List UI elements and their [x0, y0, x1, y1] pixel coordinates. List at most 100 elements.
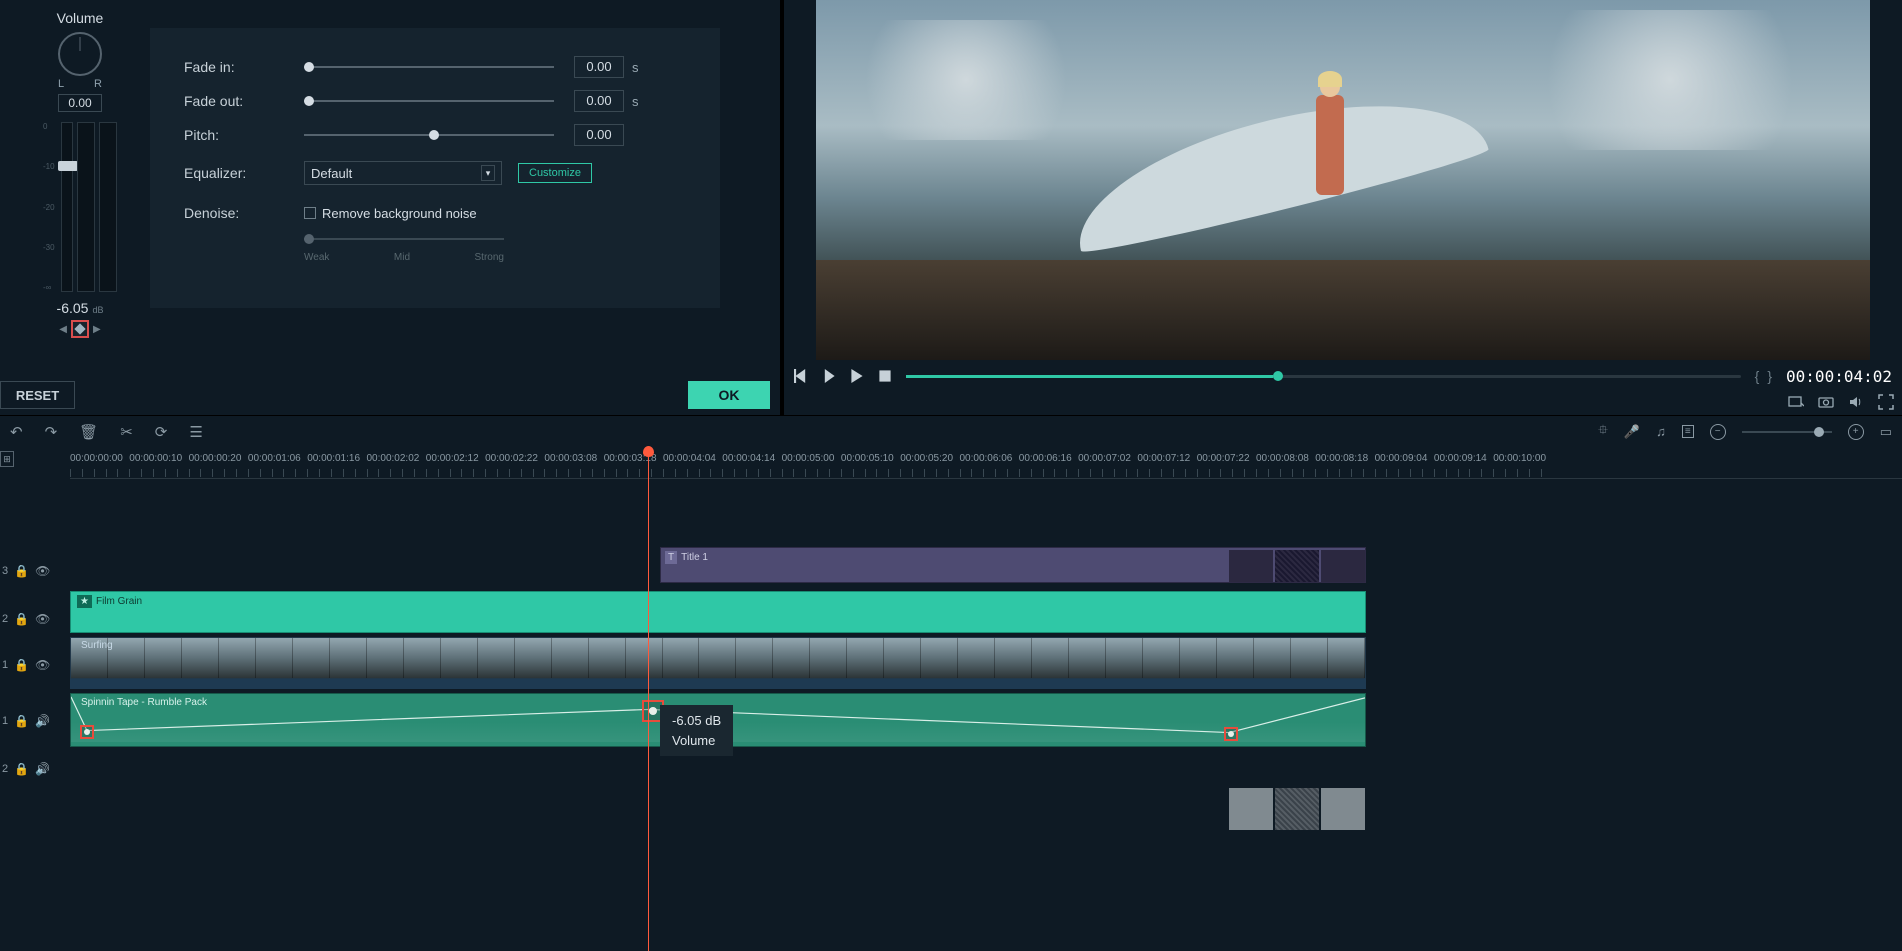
ruler-tick: 00:00:00:10	[129, 453, 182, 464]
pan-value[interactable]: 0.00	[58, 94, 102, 112]
lock-icon[interactable]: 🔒	[14, 714, 29, 728]
timeline: ⊞ 00:00:00:0000:00:00:1000:00:00:2000:00…	[0, 447, 1902, 951]
fade-in-slider[interactable]	[304, 66, 554, 68]
fade-out-value[interactable]: 0.00	[574, 90, 624, 112]
playhead[interactable]	[648, 447, 649, 951]
mic-icon[interactable]: 🎤	[1624, 424, 1640, 440]
ruler-tick: 00:00:04:04	[663, 453, 716, 464]
ruler-tick: 00:00:06:16	[1019, 453, 1072, 464]
fullscreen-icon[interactable]	[1878, 394, 1894, 410]
ruler-tick: 00:00:04:14	[722, 453, 775, 464]
redo-icon[interactable]: ↷	[45, 423, 58, 441]
volume-meter: 0-10-20-30-∞	[20, 122, 140, 292]
speaker-icon[interactable]: 🔊	[35, 714, 50, 728]
play-left-button[interactable]	[822, 369, 836, 383]
ruler-tick: 00:00:05:10	[841, 453, 894, 464]
media-drop-icon[interactable]: ⊞	[0, 451, 14, 467]
denoise-checkbox[interactable]	[304, 207, 316, 219]
denoise-mid: Mid	[394, 252, 410, 263]
volume-icon[interactable]	[1848, 394, 1864, 410]
eye-icon[interactable]: 👁	[35, 658, 50, 672]
title-clip[interactable]: TTitle 1	[660, 547, 1366, 583]
keyframe-prev-icon[interactable]: ◀	[59, 324, 67, 335]
keyframe-toggle-button[interactable]	[71, 320, 89, 338]
pitch-label: Pitch:	[184, 127, 304, 143]
track-head-3: 3🔒👁	[0, 551, 66, 591]
pitch-slider[interactable]	[304, 134, 554, 136]
speaker-icon[interactable]: 🔊	[35, 762, 50, 776]
zoom-fit-icon[interactable]: ▭	[1880, 424, 1892, 440]
reset-button[interactable]: RESET	[0, 381, 75, 409]
keyframe-node[interactable]	[1224, 727, 1238, 741]
mixer-icon[interactable]: ≡	[1682, 425, 1694, 438]
mark-in-icon[interactable]: {	[1755, 368, 1760, 384]
ruler-tick: 00:00:10:00	[1493, 453, 1546, 464]
ruler-tick: 00:00:07:12	[1137, 453, 1190, 464]
denoise-strong: Strong	[475, 252, 504, 263]
zoom-slider[interactable]	[1742, 431, 1832, 433]
video-clip[interactable]: Surfing	[70, 637, 1366, 679]
preview-panel: {} 00:00:04:02	[784, 0, 1902, 415]
lock-icon[interactable]: 🔒	[14, 612, 29, 626]
volume-fader[interactable]	[61, 122, 73, 292]
lock-icon[interactable]: 🔒	[14, 564, 29, 578]
ruler-tick: 00:00:08:08	[1256, 453, 1309, 464]
zoom-in-button[interactable]: +	[1848, 424, 1864, 440]
marker-icon[interactable]: ⯐	[1598, 421, 1608, 443]
denoise-slider[interactable]	[304, 238, 504, 240]
video-clip-label: Surfing	[81, 640, 113, 651]
track-head-2b: 2🔒🔊	[0, 749, 66, 789]
keyframe-node[interactable]	[80, 725, 94, 739]
preview-progress[interactable]	[906, 375, 1741, 378]
fade-in-value[interactable]: 0.00	[574, 56, 624, 78]
cut-icon[interactable]: ✂	[120, 423, 133, 441]
ruler-tick: 00:00:01:16	[307, 453, 360, 464]
tooltip-db: -6.05 dB	[672, 711, 721, 731]
music-icon[interactable]: ♫	[1656, 424, 1666, 439]
db-value: -6.05	[57, 300, 89, 316]
undo-icon[interactable]: ↶	[10, 423, 23, 441]
stop-button[interactable]	[878, 369, 892, 383]
zoom-out-button[interactable]: −	[1710, 424, 1726, 440]
ruler-tick: 00:00:00:00	[70, 453, 123, 464]
ruler-tick: 00:00:08:18	[1315, 453, 1368, 464]
ruler-tick: 00:00:01:06	[248, 453, 301, 464]
equalizer-select[interactable]: Default ▾	[304, 161, 502, 185]
fx-clip[interactable]: ★Film Grain	[70, 591, 1366, 633]
lock-icon[interactable]: 🔒	[14, 658, 29, 672]
ruler-tick: 00:00:09:04	[1375, 453, 1428, 464]
eye-icon[interactable]: 👁	[35, 612, 50, 626]
volume-panel: Volume LR 0.00 0-10-20-30-∞ -6.05dB ◀ ▶	[20, 10, 140, 338]
fx-clip-label: Film Grain	[96, 596, 142, 607]
ruler-tick: 00:00:07:22	[1197, 453, 1250, 464]
ruler-tick: 00:00:05:00	[782, 453, 835, 464]
prev-frame-button[interactable]	[794, 369, 808, 383]
ruler-tick: 00:00:00:20	[189, 453, 242, 464]
pan-knob[interactable]	[58, 32, 102, 76]
track-head-1a: 1🔒👁	[0, 645, 66, 685]
pitch-value[interactable]: 0.00	[574, 124, 624, 146]
fade-in-label: Fade in:	[184, 59, 304, 75]
snapshot-screen-icon[interactable]	[1788, 394, 1804, 410]
timecode: 00:00:04:02	[1786, 367, 1892, 386]
ruler-tick: 00:00:03:08	[544, 453, 597, 464]
lock-icon[interactable]: 🔒	[14, 762, 29, 776]
speed-icon[interactable]: ⟳	[155, 423, 168, 441]
mark-out-icon[interactable]: }	[1767, 368, 1772, 384]
delete-icon[interactable]: 🗑	[79, 423, 98, 441]
ruler-tick: 00:00:02:02	[367, 453, 420, 464]
timeline-ruler[interactable]: 00:00:00:00 00:00:00:10 00:00:00:20 00:00:0…	[70, 453, 1902, 479]
fade-out-slider[interactable]	[304, 100, 554, 102]
keyframe-next-icon[interactable]: ▶	[93, 324, 101, 335]
ruler-tick: 00:00:06:06	[960, 453, 1013, 464]
volume-title: Volume	[20, 10, 140, 26]
pan-right-label: R	[94, 78, 102, 90]
adjust-icon[interactable]: ☰	[189, 423, 202, 441]
eye-icon[interactable]: 👁	[35, 564, 50, 578]
ruler-tick: 00:00:07:02	[1078, 453, 1131, 464]
equalizer-customize-button[interactable]: Customize	[518, 163, 592, 183]
play-button[interactable]	[850, 369, 864, 383]
ok-button[interactable]: OK	[688, 381, 770, 409]
camera-icon[interactable]	[1818, 394, 1834, 410]
track-head-2a: 2🔒👁	[0, 599, 66, 639]
